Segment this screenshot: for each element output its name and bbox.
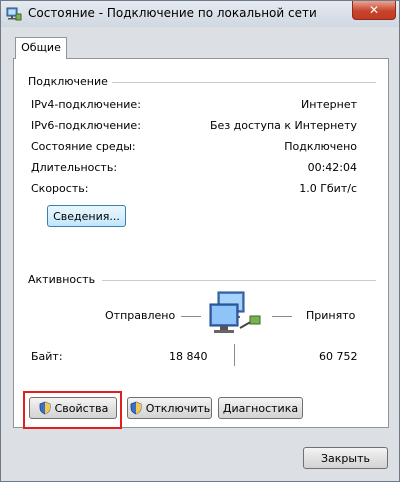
details-button[interactable]: Сведения...: [47, 205, 126, 227]
disable-button-label: Отключить: [145, 401, 211, 415]
speed-label: Скорость:: [31, 182, 89, 195]
diagnose-button[interactable]: Диагностика: [218, 397, 303, 419]
tab-label: Общие: [21, 41, 61, 54]
window-title: Состояние - Подключение по локальной сет…: [28, 6, 317, 20]
sent-label: Отправлено: [105, 309, 176, 322]
bytes-sent-value: 18 840: [169, 350, 208, 363]
status-dialog: Состояние - Подключение по локальной сет…: [0, 0, 400, 482]
ipv6-label: IPv6-подключение:: [31, 119, 141, 132]
disable-button[interactable]: Отключить: [127, 397, 212, 419]
media-state-label: Состояние среды:: [31, 140, 136, 153]
ipv4-value: Интернет: [301, 98, 357, 111]
tab-general[interactable]: Общие: [15, 37, 67, 59]
tab-panel: [13, 58, 389, 428]
bytes-label: Байт:: [31, 350, 63, 363]
diagnose-button-label: Диагностика: [222, 401, 299, 415]
connection-divider: [112, 82, 376, 83]
close-icon: ✕: [368, 3, 380, 17]
network-status-icon: [6, 7, 22, 21]
activity-divider: [102, 280, 376, 281]
ipv4-label: IPv4-подключение:: [31, 98, 141, 111]
received-dash: [272, 316, 292, 317]
duration-value: 00:42:04: [307, 161, 357, 174]
connection-group-title: Подключение: [28, 75, 108, 88]
speed-value: 1.0 Гбит/с: [299, 182, 357, 195]
activity-group-title: Активность: [28, 273, 96, 286]
media-state-value: Подключено: [284, 140, 357, 153]
bytes-received-value: 60 752: [319, 350, 358, 363]
title-bar[interactable]: Состояние - Подключение по локальной сет…: [1, 1, 399, 27]
sent-dash: [181, 316, 201, 317]
properties-highlight: [23, 391, 122, 429]
uac-shield-icon: [130, 401, 142, 415]
window-close-button[interactable]: ✕: [352, 1, 396, 20]
duration-label: Длительность:: [31, 161, 118, 174]
activity-separator: [234, 344, 235, 366]
received-label: Принято: [306, 309, 356, 322]
details-button-label: Сведения...: [53, 209, 120, 223]
network-computers-icon: [209, 291, 261, 333]
close-button-label: Закрыть: [321, 451, 370, 465]
close-button[interactable]: Закрыть: [303, 447, 388, 469]
ipv6-value: Без доступа к Интернету: [210, 119, 357, 132]
